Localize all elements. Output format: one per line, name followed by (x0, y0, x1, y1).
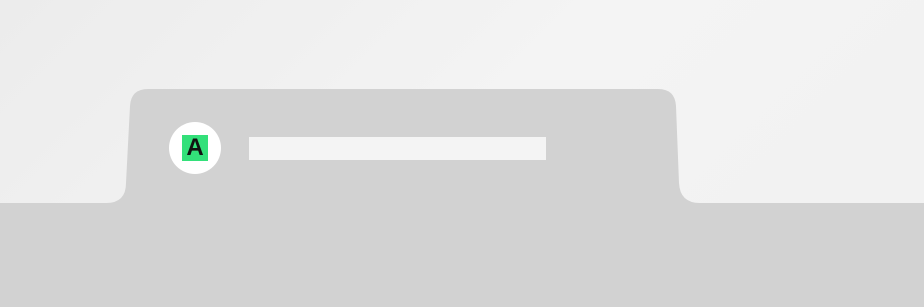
letter-a-favicon-icon: A (182, 135, 208, 161)
tab-favicon: A (169, 122, 221, 174)
tab-title (249, 137, 546, 160)
